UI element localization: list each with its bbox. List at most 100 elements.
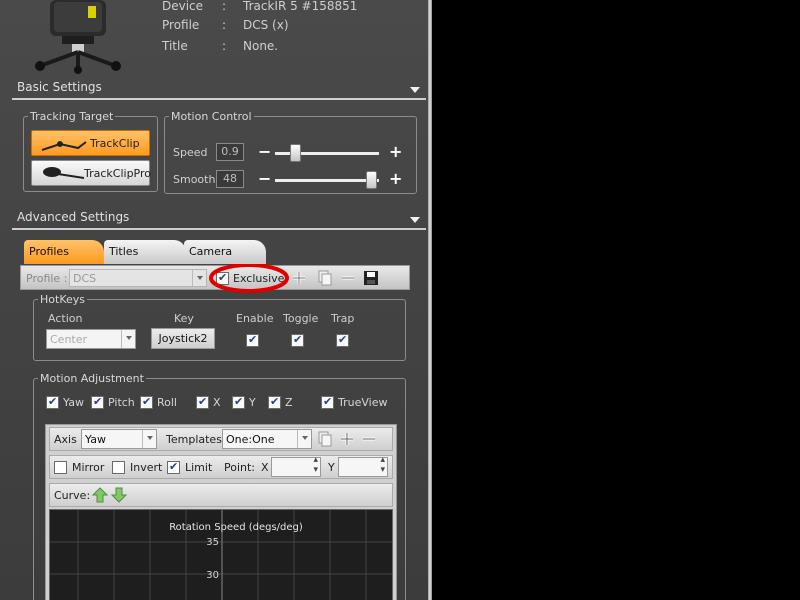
tracking-target-legend: Tracking Target bbox=[30, 110, 114, 123]
yaw-checkbox[interactable] bbox=[46, 395, 59, 409]
invert-label: Invert bbox=[130, 461, 163, 474]
hotkeys-group: HotKeys bbox=[33, 293, 406, 361]
roll-checkbox[interactable] bbox=[140, 395, 153, 409]
curve-up-icon[interactable] bbox=[92, 487, 108, 503]
separator: : bbox=[222, 0, 227, 13]
speed-slider-thumb[interactable] bbox=[290, 144, 301, 162]
advanced-settings-header[interactable]: Advanced Settings bbox=[12, 208, 426, 230]
action-dropdown-value: Center bbox=[50, 333, 88, 346]
y-label: Y bbox=[249, 396, 256, 409]
copy-profile-icon[interactable] bbox=[316, 270, 332, 286]
empty-background bbox=[432, 0, 800, 600]
trackir-window: Device : TrackIR 5 #158851 Profile : DCS… bbox=[0, 0, 432, 600]
copy-template-icon[interactable] bbox=[316, 431, 332, 447]
smooth-slider-thumb[interactable] bbox=[366, 171, 377, 189]
trackclip-icon bbox=[41, 141, 87, 151]
z-label: Z bbox=[285, 396, 293, 409]
chevron-down-icon[interactable] bbox=[297, 430, 311, 448]
point-label: Point: bbox=[224, 461, 256, 474]
pitch-checkbox[interactable] bbox=[91, 395, 104, 409]
trackir-device-image bbox=[32, 0, 124, 74]
axis-dropdown-value: Yaw bbox=[85, 433, 106, 446]
tab-camera[interactable]: Camera bbox=[184, 240, 266, 264]
save-profile-icon[interactable] bbox=[363, 270, 379, 286]
profile-label: Profile bbox=[162, 18, 200, 32]
point-y-label: Y bbox=[328, 461, 335, 474]
curve-graph[interactable]: Rotation Speed (degs/deg) 35 30 bbox=[49, 509, 393, 600]
smooth-decrease-button[interactable]: − bbox=[258, 171, 271, 187]
y-checkbox[interactable] bbox=[232, 395, 245, 409]
remove-template-icon[interactable] bbox=[361, 431, 377, 447]
mirror-checkbox[interactable] bbox=[54, 461, 67, 474]
point-y-spinner[interactable] bbox=[338, 455, 388, 477]
profile-value: DCS (x) bbox=[243, 18, 289, 32]
y-tick-35: 35 bbox=[206, 537, 219, 548]
remove-profile-icon[interactable] bbox=[340, 270, 356, 286]
speed-increase-button[interactable]: + bbox=[389, 144, 402, 160]
profile-dropdown[interactable]: DCS bbox=[69, 269, 207, 287]
roll-label: Roll bbox=[157, 396, 177, 409]
curve-label: Curve: bbox=[54, 489, 91, 502]
trackclippro-button[interactable]: TrackClipPro bbox=[31, 160, 151, 186]
yaw-label: Yaw bbox=[63, 396, 84, 409]
trackclip-label: TrackClip bbox=[90, 137, 140, 150]
add-profile-icon[interactable] bbox=[291, 270, 307, 286]
templates-dropdown[interactable]: One:One bbox=[222, 429, 312, 449]
device-label: Device bbox=[162, 0, 204, 13]
curve-down-icon[interactable] bbox=[111, 487, 127, 503]
smooth-label: Smooth bbox=[173, 173, 216, 186]
speed-value-field[interactable]: 0.9 bbox=[216, 143, 244, 161]
pitch-label: Pitch bbox=[108, 396, 135, 409]
mirror-label: Mirror bbox=[72, 461, 105, 474]
title-value: None. bbox=[243, 39, 279, 53]
key-assign-button[interactable]: Joystick2 bbox=[151, 328, 215, 349]
basic-settings-title: Basic Settings bbox=[17, 80, 102, 94]
motion-control-legend: Motion Control bbox=[171, 110, 252, 123]
trap-header: Trap bbox=[331, 312, 355, 325]
add-template-icon[interactable] bbox=[339, 431, 355, 447]
profile-select-label: Profile : bbox=[26, 272, 68, 285]
trap-checkbox[interactable] bbox=[336, 333, 349, 347]
trackclip-button[interactable]: TrackClip bbox=[31, 130, 150, 156]
enable-header: Enable bbox=[236, 312, 274, 325]
trueview-checkbox[interactable] bbox=[321, 395, 334, 409]
templates-label: Templates bbox=[166, 433, 222, 446]
point-x-label: X bbox=[261, 461, 269, 474]
action-dropdown[interactable]: Center bbox=[46, 329, 136, 349]
smooth-value-field[interactable]: 48 bbox=[216, 170, 244, 188]
tab-titles[interactable]: Titles bbox=[104, 240, 186, 264]
collapse-arrow-icon[interactable] bbox=[410, 217, 420, 223]
advanced-settings-title: Advanced Settings bbox=[17, 210, 130, 224]
speed-decrease-button[interactable]: − bbox=[258, 144, 271, 160]
x-checkbox[interactable] bbox=[196, 395, 209, 409]
z-checkbox[interactable] bbox=[268, 395, 281, 409]
point-x-spinner[interactable] bbox=[271, 455, 321, 477]
curve-row: Curve: bbox=[49, 483, 393, 507]
title-label: Title bbox=[162, 39, 188, 53]
curve-grid: Rotation Speed (degs/deg) 35 30 bbox=[50, 510, 392, 600]
trackclippro-icon bbox=[43, 167, 85, 179]
motion-control-group: Motion Control Speed 0.9 − + Smooth 48 −… bbox=[164, 110, 417, 194]
collapse-arrow-icon[interactable] bbox=[410, 87, 420, 93]
chevron-down-icon[interactable] bbox=[192, 270, 206, 286]
tab-profiles[interactable]: Profiles bbox=[24, 240, 104, 264]
highlight-circle bbox=[209, 263, 289, 293]
limit-label: Limit bbox=[185, 461, 213, 474]
graph-title: Rotation Speed (degs/deg) bbox=[169, 522, 303, 533]
smooth-slider-track[interactable] bbox=[275, 179, 379, 182]
chevron-down-icon[interactable] bbox=[121, 330, 135, 348]
profile-toolbar: Profile : DCS Exclusive bbox=[20, 263, 410, 293]
axis-row: Axis Yaw Templates One:One bbox=[49, 427, 393, 451]
enable-checkbox[interactable] bbox=[246, 333, 259, 347]
hotkeys-legend: HotKeys bbox=[40, 293, 85, 306]
toggle-checkbox[interactable] bbox=[291, 333, 304, 347]
basic-settings-header[interactable]: Basic Settings bbox=[12, 78, 426, 100]
curve-editor-panel: Axis Yaw Templates One:One Mirror Invert… bbox=[45, 424, 397, 600]
axis-dropdown[interactable]: Yaw bbox=[81, 429, 157, 449]
invert-checkbox[interactable] bbox=[112, 461, 125, 474]
smooth-increase-button[interactable]: + bbox=[389, 171, 402, 187]
limit-checkbox[interactable] bbox=[167, 460, 180, 474]
chevron-down-icon[interactable] bbox=[142, 430, 156, 448]
speed-label: Speed bbox=[173, 146, 208, 159]
action-header: Action bbox=[48, 312, 83, 325]
